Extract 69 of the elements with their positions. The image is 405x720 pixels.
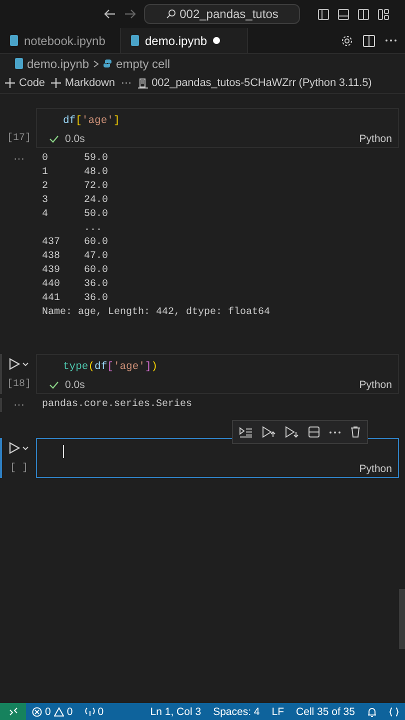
- line-ending-setting[interactable]: LF: [266, 706, 290, 718]
- forward-icon[interactable]: [124, 9, 136, 19]
- execution-time: 0.0s: [65, 133, 85, 145]
- run-icon[interactable]: [8, 442, 30, 454]
- run-below-icon[interactable]: [285, 426, 299, 438]
- back-icon[interactable]: [104, 9, 116, 19]
- remote-icon: [8, 707, 18, 716]
- check-icon: [49, 381, 59, 389]
- output-more-button[interactable]: ···: [2, 152, 36, 320]
- plus-icon: [5, 78, 15, 88]
- notebook-file-icon: [131, 35, 139, 46]
- braces-icon[interactable]: [389, 706, 399, 716]
- cell-output: pandas.core.series.Series: [41, 398, 194, 412]
- run-above-icon[interactable]: [262, 426, 276, 438]
- delete-icon[interactable]: [350, 426, 361, 438]
- split-layout-icon[interactable]: [358, 8, 369, 20]
- server-icon: [138, 78, 148, 88]
- cell-language[interactable]: Python: [359, 379, 392, 391]
- add-markdown-button[interactable]: Markdown: [50, 77, 115, 89]
- breadcrumb-item[interactable]: empty cell: [116, 56, 170, 70]
- notebook-file-icon: [10, 35, 18, 46]
- breadcrumb-item[interactable]: demo.ipynb: [27, 56, 90, 70]
- indentation-setting[interactable]: Spaces: 4: [207, 706, 266, 718]
- remote-button[interactable]: [0, 703, 26, 720]
- settings-icon[interactable]: [341, 34, 353, 46]
- code-cell-editor[interactable]: type(df['age']) 0.0s Python: [36, 354, 399, 394]
- add-code-button[interactable]: Code: [5, 77, 45, 89]
- cell-language[interactable]: Python: [359, 463, 392, 475]
- more-icon[interactable]: [385, 39, 397, 42]
- ports-button[interactable]: 0: [78, 706, 110, 718]
- check-icon: [49, 135, 59, 143]
- panel-layout-icon[interactable]: [338, 8, 349, 20]
- cursor-position[interactable]: Ln 1, Col 3: [144, 706, 208, 718]
- execution-count: [ ]: [10, 463, 28, 474]
- code-cell-editor[interactable]: Python: [36, 438, 399, 478]
- split-editor-icon[interactable]: [363, 34, 375, 46]
- split-cell-icon[interactable]: [308, 426, 320, 438]
- editor-tab[interactable]: demo.ipynb: [121, 28, 248, 53]
- layout-grid-icon[interactable]: [378, 8, 389, 20]
- sidebar-layout-icon[interactable]: [318, 8, 329, 20]
- run-by-line-icon[interactable]: [239, 426, 253, 438]
- execution-time: 0.0s: [65, 379, 85, 391]
- kernel-picker[interactable]: 002_pandas_tutos-5CHaWZrr (Python 3.11.5): [138, 77, 372, 89]
- problems-button[interactable]: 0 0: [26, 706, 79, 718]
- cell-output: 0 59.0 1 48.0 2 72.0 3 24.0 4 50.0 ... 437 60.0 438 47.0 439 60.0 440 36.0 441 36.0 Name: age, Length: 442, dtype: float64: [41, 152, 272, 320]
- error-icon: [32, 706, 42, 716]
- output-more-button[interactable]: ···: [2, 398, 36, 412]
- scrollbar-thumb[interactable]: [399, 589, 405, 649]
- cell-position[interactable]: Cell 35 of 35: [290, 706, 361, 718]
- code-line: df['age']: [63, 115, 120, 127]
- antenna-icon: [84, 706, 95, 716]
- execution-count: [17]: [6, 133, 31, 144]
- plus-icon: [50, 78, 61, 88]
- more-icon[interactable]: [329, 430, 341, 434]
- chevron-right-icon: [93, 60, 100, 68]
- code-cell-editor[interactable]: df['age'] 0.0s Python: [36, 108, 399, 148]
- unsaved-dot-icon: [213, 37, 220, 44]
- notebook-file-icon: [15, 58, 23, 69]
- python-icon: [103, 59, 112, 68]
- search-icon: [166, 9, 176, 19]
- run-icon[interactable]: [8, 358, 30, 370]
- text-cursor: [63, 445, 64, 458]
- code-line: type(df['age']): [63, 361, 158, 373]
- bell-icon[interactable]: [367, 706, 377, 716]
- warning-icon: [54, 706, 64, 716]
- execution-count: [18]: [6, 379, 31, 390]
- search-field[interactable]: 002_pandas_tutos: [144, 4, 300, 24]
- more-button[interactable]: ···: [120, 77, 132, 89]
- cell-language[interactable]: Python: [359, 133, 392, 145]
